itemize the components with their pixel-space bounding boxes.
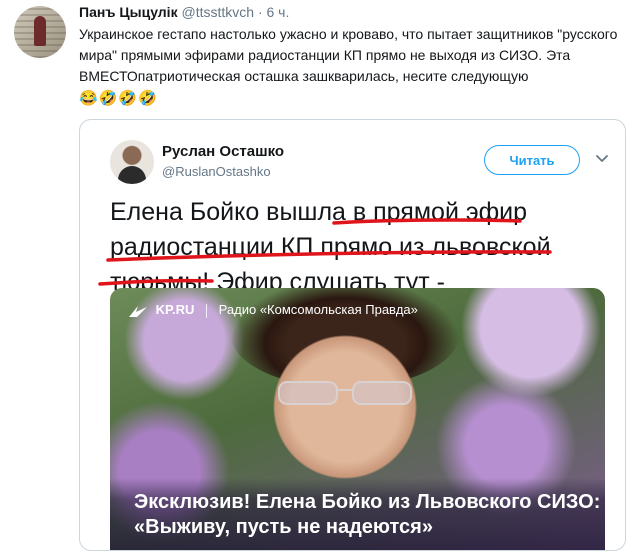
tweet: Панъ Цыцулік @ttssttkvch · 6 ч. Украинск… bbox=[0, 0, 639, 551]
tweet-body: Украинское гестапо настолько ужасно и кр… bbox=[79, 26, 618, 84]
quoted-text: Елена Бойко вышла в прямой эфир радиоста… bbox=[110, 195, 580, 300]
quoted-avatar-shirt bbox=[118, 166, 146, 184]
tweet-header: Панъ Цыцулік @ttssttkvch · 6 ч. bbox=[79, 4, 289, 20]
quoted-avatar[interactable] bbox=[110, 140, 154, 184]
highlight-station: радиостанции КП прямо из львовской bbox=[110, 233, 551, 261]
tweet-emojis: 😂🤣🤣🤣 bbox=[79, 90, 158, 107]
quoted-tweet[interactable]: Руслан Осташко @RuslanOstashko Читать Ел… bbox=[79, 119, 626, 551]
logo-separator bbox=[206, 303, 208, 318]
separator-dot: · bbox=[257, 4, 263, 20]
media-logo-row: KP.RU Радио «Комсомольская Правда» bbox=[128, 302, 418, 318]
radio-name: Радио «Комсомольская Правда» bbox=[218, 302, 418, 317]
chevron-down-icon[interactable] bbox=[594, 150, 610, 166]
author-handle[interactable]: @ttssttkvch bbox=[181, 4, 254, 20]
quoted-text-part: Елена Бойко вышла bbox=[110, 198, 353, 226]
quoted-author-name[interactable]: Руслан Осташко bbox=[162, 143, 284, 160]
kp-logo: KP.RU bbox=[155, 302, 195, 317]
media-card[interactable]: KP.RU Радио «Комсомольская Правда» Экскл… bbox=[110, 288, 605, 550]
avatar-figure bbox=[34, 16, 46, 46]
avatar[interactable] bbox=[14, 6, 66, 58]
tweet-time[interactable]: 6 ч. bbox=[267, 4, 290, 20]
highlight-live: в прямой эфир bbox=[352, 198, 528, 226]
tweet-text: Украинское гестапо настолько ужасно и кр… bbox=[79, 24, 624, 109]
author-name[interactable]: Панъ Цыцулік bbox=[79, 4, 178, 20]
kp-bird-icon bbox=[129, 305, 147, 317]
follow-button[interactable]: Читать bbox=[484, 145, 580, 175]
glasses-shape bbox=[278, 381, 412, 405]
quoted-author-handle[interactable]: @RuslanOstashko bbox=[162, 164, 271, 179]
media-caption: Эксклюзив! Елена Бойко из Львовского СИЗ… bbox=[134, 491, 601, 538]
